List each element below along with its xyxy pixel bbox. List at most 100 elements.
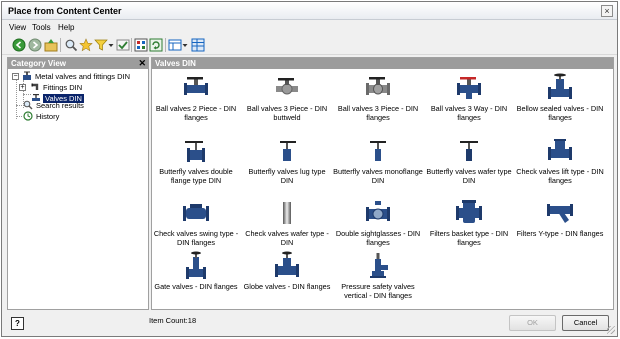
family-item[interactable]: Ball valves 2 Piece - DIN flanges: [151, 70, 241, 130]
search-icon[interactable]: [64, 38, 78, 52]
family-label: Check valves swing type - DIN flanges: [153, 229, 239, 247]
family-item[interactable]: Butterfly valves double flange type DIN: [151, 133, 241, 193]
table-view-icon[interactable]: [134, 38, 148, 52]
butterfly-valve-icon: [272, 136, 302, 164]
history-icon: [23, 111, 33, 121]
window-title: Place from Content Center: [8, 6, 122, 16]
details-view-icon[interactable]: [191, 38, 205, 52]
family-label: Check valves wafer type - DIN: [245, 229, 329, 247]
butterfly-valve-icon: [363, 136, 393, 164]
ball-valve-icon: [363, 73, 393, 101]
title-bar: Place from Content Center ×: [2, 2, 617, 20]
family-label: Butterfly valves double flange type DIN: [159, 167, 233, 185]
check-valve-icon: [181, 198, 211, 226]
close-window-button[interactable]: ×: [601, 5, 613, 17]
filter-icon[interactable]: [94, 38, 108, 52]
ball-valve-icon: [181, 73, 211, 101]
view-options-icon[interactable]: [168, 38, 182, 52]
family-item[interactable]: Double sightglasses - DIN flanges: [333, 195, 423, 255]
filter-basket-icon: [454, 198, 484, 226]
family-item[interactable]: Ball valves 3 Piece - DIN buttweld: [242, 70, 332, 130]
butterfly-valve-icon: [181, 136, 211, 164]
content-pane: Valves DIN Ball valves 2 Piece - DIN fla…: [151, 57, 614, 310]
family-label: Butterfly valves lug type DIN: [248, 167, 326, 185]
toolbar: [2, 35, 617, 55]
toolbar-separator: [165, 38, 166, 52]
status-bar: ? Item Count:18 OK Cancel: [2, 312, 617, 336]
check-valve-icon: [545, 136, 575, 164]
tree-connector: [16, 80, 17, 119]
tree-item-fittings[interactable]: + Fittings DIN: [19, 82, 147, 93]
family-item[interactable]: Check valves lift type - DIN flanges: [515, 133, 605, 193]
resize-grip[interactable]: [607, 326, 615, 334]
family-item[interactable]: Check valves wafer type - DIN: [242, 195, 332, 255]
check-icon[interactable]: [116, 38, 130, 52]
back-icon[interactable]: [12, 38, 26, 52]
family-label: Butterfly valves monoflange DIN: [333, 167, 423, 185]
tree-item-history[interactable]: History: [23, 111, 123, 122]
close-pane-icon[interactable]: ✕: [138, 58, 146, 69]
ball-valve-icon: [272, 73, 302, 101]
ball-valve-3way-icon: [454, 73, 484, 101]
content-header: Valves DIN: [152, 58, 613, 69]
family-label: Filters Y-type - DIN flanges: [516, 229, 604, 238]
family-label: Butterfly valves wafer type DIN: [426, 167, 512, 185]
toolbar-separator: [131, 38, 132, 52]
expand-toggle[interactable]: +: [19, 84, 26, 91]
category-view-pane: Category View ✕ − Metal valves and fitti…: [7, 57, 149, 310]
tree-connector: [23, 94, 31, 95]
item-count: Item Count:18: [149, 316, 197, 325]
tree-item-label: Search results: [36, 101, 84, 110]
family-item[interactable]: Butterfly valves lug type DIN: [242, 133, 332, 193]
content-center-window: Place from Content Center × View Tools H…: [1, 1, 618, 337]
family-item[interactable]: Ball valves 3 Piece - DIN flanges: [333, 70, 423, 130]
refresh-icon[interactable]: [149, 38, 163, 52]
family-item[interactable]: Filters Y-type - DIN flanges: [515, 195, 605, 255]
family-label: Filters basket type - DIN flanges: [429, 229, 509, 247]
up-folder-icon[interactable]: [44, 38, 58, 52]
tree-item-search-results[interactable]: Search results: [23, 100, 123, 111]
filter-dropdown-icon[interactable]: [108, 38, 114, 52]
family-item[interactable]: Butterfly valves wafer type DIN: [424, 133, 514, 193]
help-button[interactable]: ?: [11, 317, 24, 330]
family-label: Ball valves 2 Piece - DIN flanges: [155, 104, 237, 122]
cancel-button[interactable]: Cancel: [562, 315, 609, 331]
family-item[interactable]: Check valves swing type - DIN flanges: [151, 195, 241, 255]
family-item[interactable]: Globe valves - DIN flanges: [242, 248, 332, 308]
family-item[interactable]: Gate valves - DIN flanges: [151, 248, 241, 308]
family-item[interactable]: Bellow sealed valves - DIN flanges: [515, 70, 605, 130]
family-label: Ball valves 3 Piece - DIN flanges: [337, 104, 419, 122]
family-label: Globe valves - DIN flanges: [243, 282, 331, 291]
view-dropdown-icon[interactable]: [182, 38, 188, 52]
content-title: Valves DIN: [155, 59, 196, 68]
valve-folder-icon: [22, 71, 32, 81]
ok-button[interactable]: OK: [509, 315, 556, 331]
search-icon: [23, 100, 33, 110]
family-label: Double sightglasses - DIN flanges: [335, 229, 421, 247]
tree-item-label: History: [36, 112, 60, 121]
collapse-toggle[interactable]: −: [12, 73, 19, 80]
family-label: Check valves lift type - DIN flanges: [516, 167, 604, 185]
tree-item-label: Fittings DIN: [43, 83, 83, 92]
category-view-header: Category View ✕: [8, 58, 148, 69]
family-label: Bellow sealed valves - DIN flanges: [516, 104, 604, 122]
y-filter-icon: [545, 198, 575, 226]
menu-help[interactable]: Help: [58, 23, 74, 32]
category-view-title: Category View: [11, 59, 66, 68]
safety-valve-icon: [363, 251, 393, 279]
favorites-star-icon[interactable]: [79, 38, 93, 52]
family-label: Ball valves 3 Way - DIN flanges: [430, 104, 508, 122]
forward-icon[interactable]: [28, 38, 42, 52]
menu-tools[interactable]: Tools: [32, 23, 51, 32]
tree-connector: [16, 105, 22, 106]
tree-item-metal-valves[interactable]: − Metal valves and fittings DIN: [12, 71, 148, 82]
toolbar-separator: [60, 38, 61, 52]
tree-item-label: Metal valves and fittings DIN: [35, 72, 131, 81]
family-item[interactable]: Pressure safety valves vertical - DIN fl…: [333, 248, 423, 308]
gate-valve-icon: [181, 251, 211, 279]
family-item[interactable]: Filters basket type - DIN flanges: [424, 195, 514, 255]
family-item[interactable]: Ball valves 3 Way - DIN flanges: [424, 70, 514, 130]
family-item[interactable]: Butterfly valves monoflange DIN: [333, 133, 423, 193]
menu-view[interactable]: View: [9, 23, 26, 32]
family-label: Pressure safety valves vertical - DIN fl…: [341, 282, 415, 300]
